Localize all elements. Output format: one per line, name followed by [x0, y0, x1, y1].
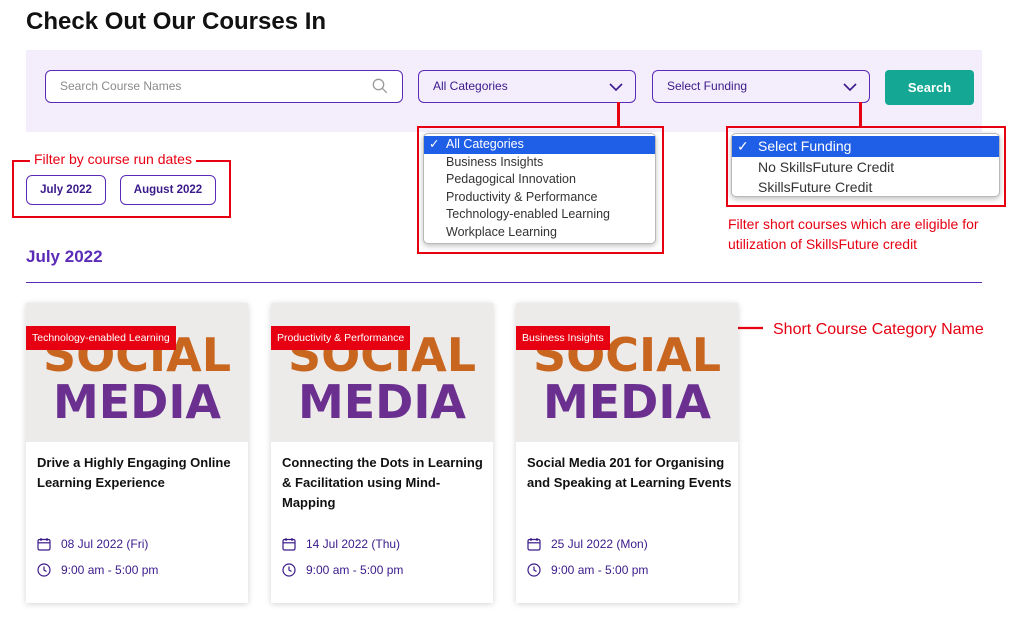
course-date: 14 Jul 2022 (Thu)	[282, 535, 400, 553]
category-option[interactable]: Pedagogical Innovation	[424, 171, 655, 189]
calendar-icon	[37, 538, 51, 551]
annotation-dates: Filter by course run dates	[30, 149, 196, 169]
funding-option[interactable]: SkillsFuture Credit	[732, 177, 999, 198]
svg-text:MEDIA: MEDIA	[53, 375, 221, 429]
search-input[interactable]	[60, 71, 370, 101]
course-title[interactable]: Connecting the Dots in Learning & Facili…	[282, 453, 487, 513]
annotation-connector	[617, 102, 620, 127]
section-title: July 2022	[26, 247, 103, 266]
category-select[interactable]: All Categories	[418, 70, 636, 103]
funding-select[interactable]: Select Funding	[652, 70, 870, 103]
course-time: 9:00 am - 5:00 pm	[527, 561, 648, 579]
chevron-down-icon	[609, 83, 623, 92]
course-title[interactable]: Social Media 201 for Organising and Spea…	[527, 453, 732, 493]
calendar-icon	[282, 538, 296, 551]
svg-text:MEDIA: MEDIA	[298, 375, 466, 429]
category-badge: Productivity & Performance	[271, 326, 411, 350]
course-image[interactable]: SOCIAL MEDIA Productivity & Performance	[271, 303, 493, 442]
course-image[interactable]: SOCIAL MEDIA Technology-enabled Learning	[26, 303, 248, 442]
category-option[interactable]: Workplace Learning	[424, 224, 655, 242]
date-filter-july-2022[interactable]: July 2022	[26, 175, 106, 205]
category-option[interactable]: Productivity & Performance	[424, 189, 655, 207]
category-option[interactable]: ✓ All Categories	[424, 136, 655, 154]
course-time: 9:00 am - 5:00 pm	[37, 561, 158, 579]
search-box[interactable]	[45, 70, 403, 103]
category-badge: Business Insights	[516, 326, 610, 350]
category-option[interactable]: Business Insights	[424, 154, 655, 172]
course-card[interactable]: SOCIAL MEDIA Technology-enabled Learning…	[26, 303, 248, 603]
course-date: 25 Jul 2022 (Mon)	[527, 535, 648, 553]
funding-dropdown-list: ✓ Select Funding No SkillsFuture Credit …	[731, 133, 1000, 197]
course-card[interactable]: SOCIAL MEDIA Business Insights Social Me…	[516, 303, 738, 603]
check-icon: ✓	[737, 138, 749, 154]
course-title[interactable]: Drive a Highly Engaging Online Learning …	[37, 453, 242, 493]
clock-icon	[37, 563, 51, 577]
clock-icon	[527, 563, 541, 577]
category-badge: Technology-enabled Learning	[26, 326, 176, 350]
funding-option[interactable]: ✓ Select Funding	[732, 136, 999, 157]
course-image[interactable]: SOCIAL MEDIA Business Insights	[516, 303, 738, 442]
date-filter-august-2022[interactable]: August 2022	[120, 175, 216, 205]
page-title: Check Out Our Courses In	[26, 8, 327, 35]
category-select-value: All Categories	[433, 79, 508, 93]
funding-select-value: Select Funding	[667, 79, 748, 93]
annotation-category: Short Course Category Name	[773, 321, 984, 338]
course-card[interactable]: SOCIAL MEDIA Productivity & Performance …	[271, 303, 493, 603]
search-button[interactable]: Search	[885, 70, 974, 105]
calendar-icon	[527, 538, 541, 551]
annotation-funding: Filter short courses which are eligible …	[728, 216, 979, 252]
category-dropdown-list: ✓ All Categories Business Insights Pedag…	[423, 133, 656, 244]
check-icon: ✓	[429, 137, 440, 151]
annotation-connector	[859, 102, 862, 127]
section-divider	[26, 282, 982, 283]
chevron-down-icon	[843, 83, 857, 92]
course-date: 08 Jul 2022 (Fri)	[37, 535, 148, 553]
funding-option[interactable]: No SkillsFuture Credit	[732, 157, 999, 178]
clock-icon	[282, 563, 296, 577]
search-icon[interactable]	[372, 78, 388, 94]
category-option[interactable]: Technology-enabled Learning	[424, 206, 655, 224]
course-time: 9:00 am - 5:00 pm	[282, 561, 403, 579]
svg-text:MEDIA: MEDIA	[543, 375, 711, 429]
